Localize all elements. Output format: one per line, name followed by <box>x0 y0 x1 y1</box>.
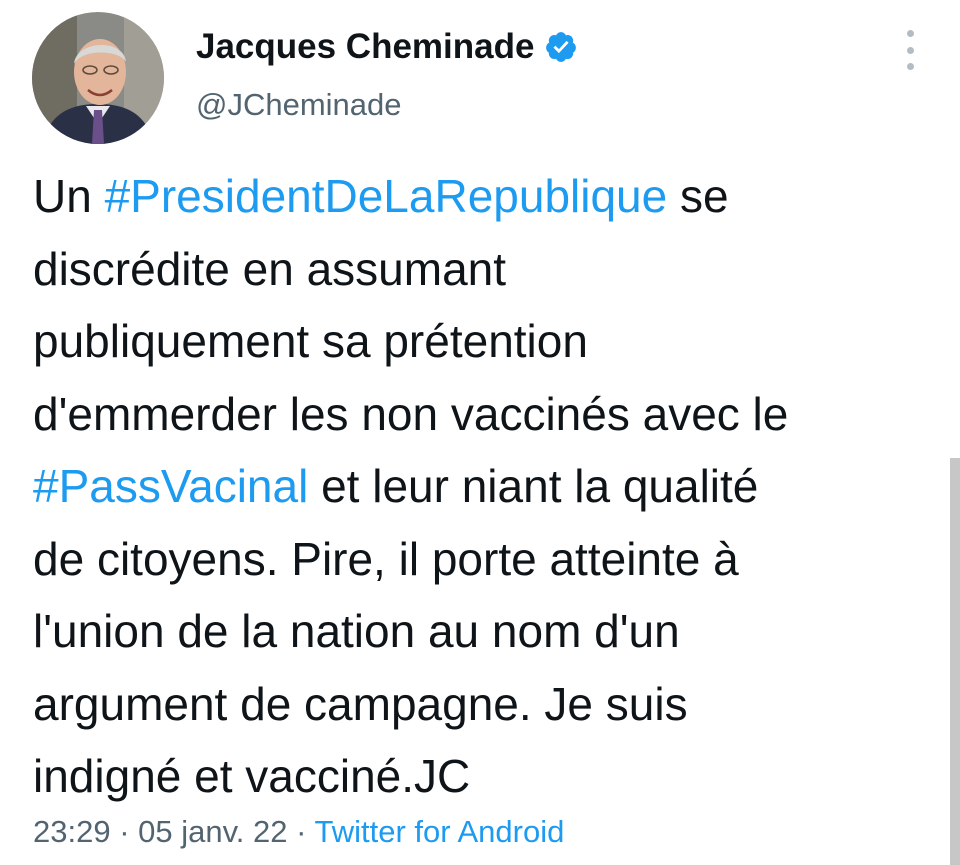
author-handle[interactable]: @JCheminade <box>196 86 402 124</box>
more-dot <box>906 30 914 37</box>
more-dot <box>906 63 914 70</box>
tweet-date[interactable]: 05 janv. 22 <box>138 814 287 849</box>
author-name-text[interactable]: Jacques Cheminade <box>196 26 534 68</box>
tweet-line: #PassVacinal et leur niant la qualité <box>33 450 933 523</box>
tweet-line: Un #PresidentDeLaRepublique se <box>33 160 933 233</box>
tweet-text-segment: et leur niant la qualité <box>308 460 759 512</box>
tweet-line: publiquement sa prétention <box>33 315 588 367</box>
avatar[interactable] <box>32 12 164 144</box>
tweet-text: Un #PresidentDeLaRepublique se discrédit… <box>33 160 933 813</box>
tweet-meta: 23:29 · 05 janv. 22 · Twitter for Androi… <box>33 812 564 852</box>
tweet-text-segment: Un <box>33 170 105 222</box>
avatar-image <box>32 12 164 144</box>
tweet: Jacques Cheminade @JCheminade Un #Presid… <box>0 0 960 865</box>
tweet-line: argument de campagne. Je suis <box>33 677 688 730</box>
hashtag-link[interactable]: #PresidentDeLaRepublique <box>105 170 668 222</box>
hashtag-link[interactable]: #PassVacinal <box>33 460 308 512</box>
tweet-text-segment: se <box>667 170 729 222</box>
tweet-source-link[interactable]: Twitter for Android <box>315 814 565 849</box>
meta-separator: · <box>287 814 315 849</box>
tweet-time[interactable]: 23:29 <box>33 814 111 849</box>
more-dot <box>906 46 914 54</box>
tweet-line: l'union de la nation au nom d'un <box>33 605 680 657</box>
tweet-line: indigné et vacciné.JC <box>33 750 471 802</box>
tweet-line: de citoyens. Pire, il porte atteinte à <box>33 532 739 585</box>
author-name[interactable]: Jacques Cheminade <box>196 26 578 68</box>
scrollbar[interactable] <box>950 458 960 865</box>
more-vertical-icon[interactable] <box>897 30 923 70</box>
verified-badge-icon <box>544 30 578 64</box>
meta-separator: · <box>110 814 139 849</box>
tweet-line: d'emmerder les non vaccinés avec le <box>33 387 789 440</box>
tweet-line: discrédite en assumant <box>33 242 507 295</box>
